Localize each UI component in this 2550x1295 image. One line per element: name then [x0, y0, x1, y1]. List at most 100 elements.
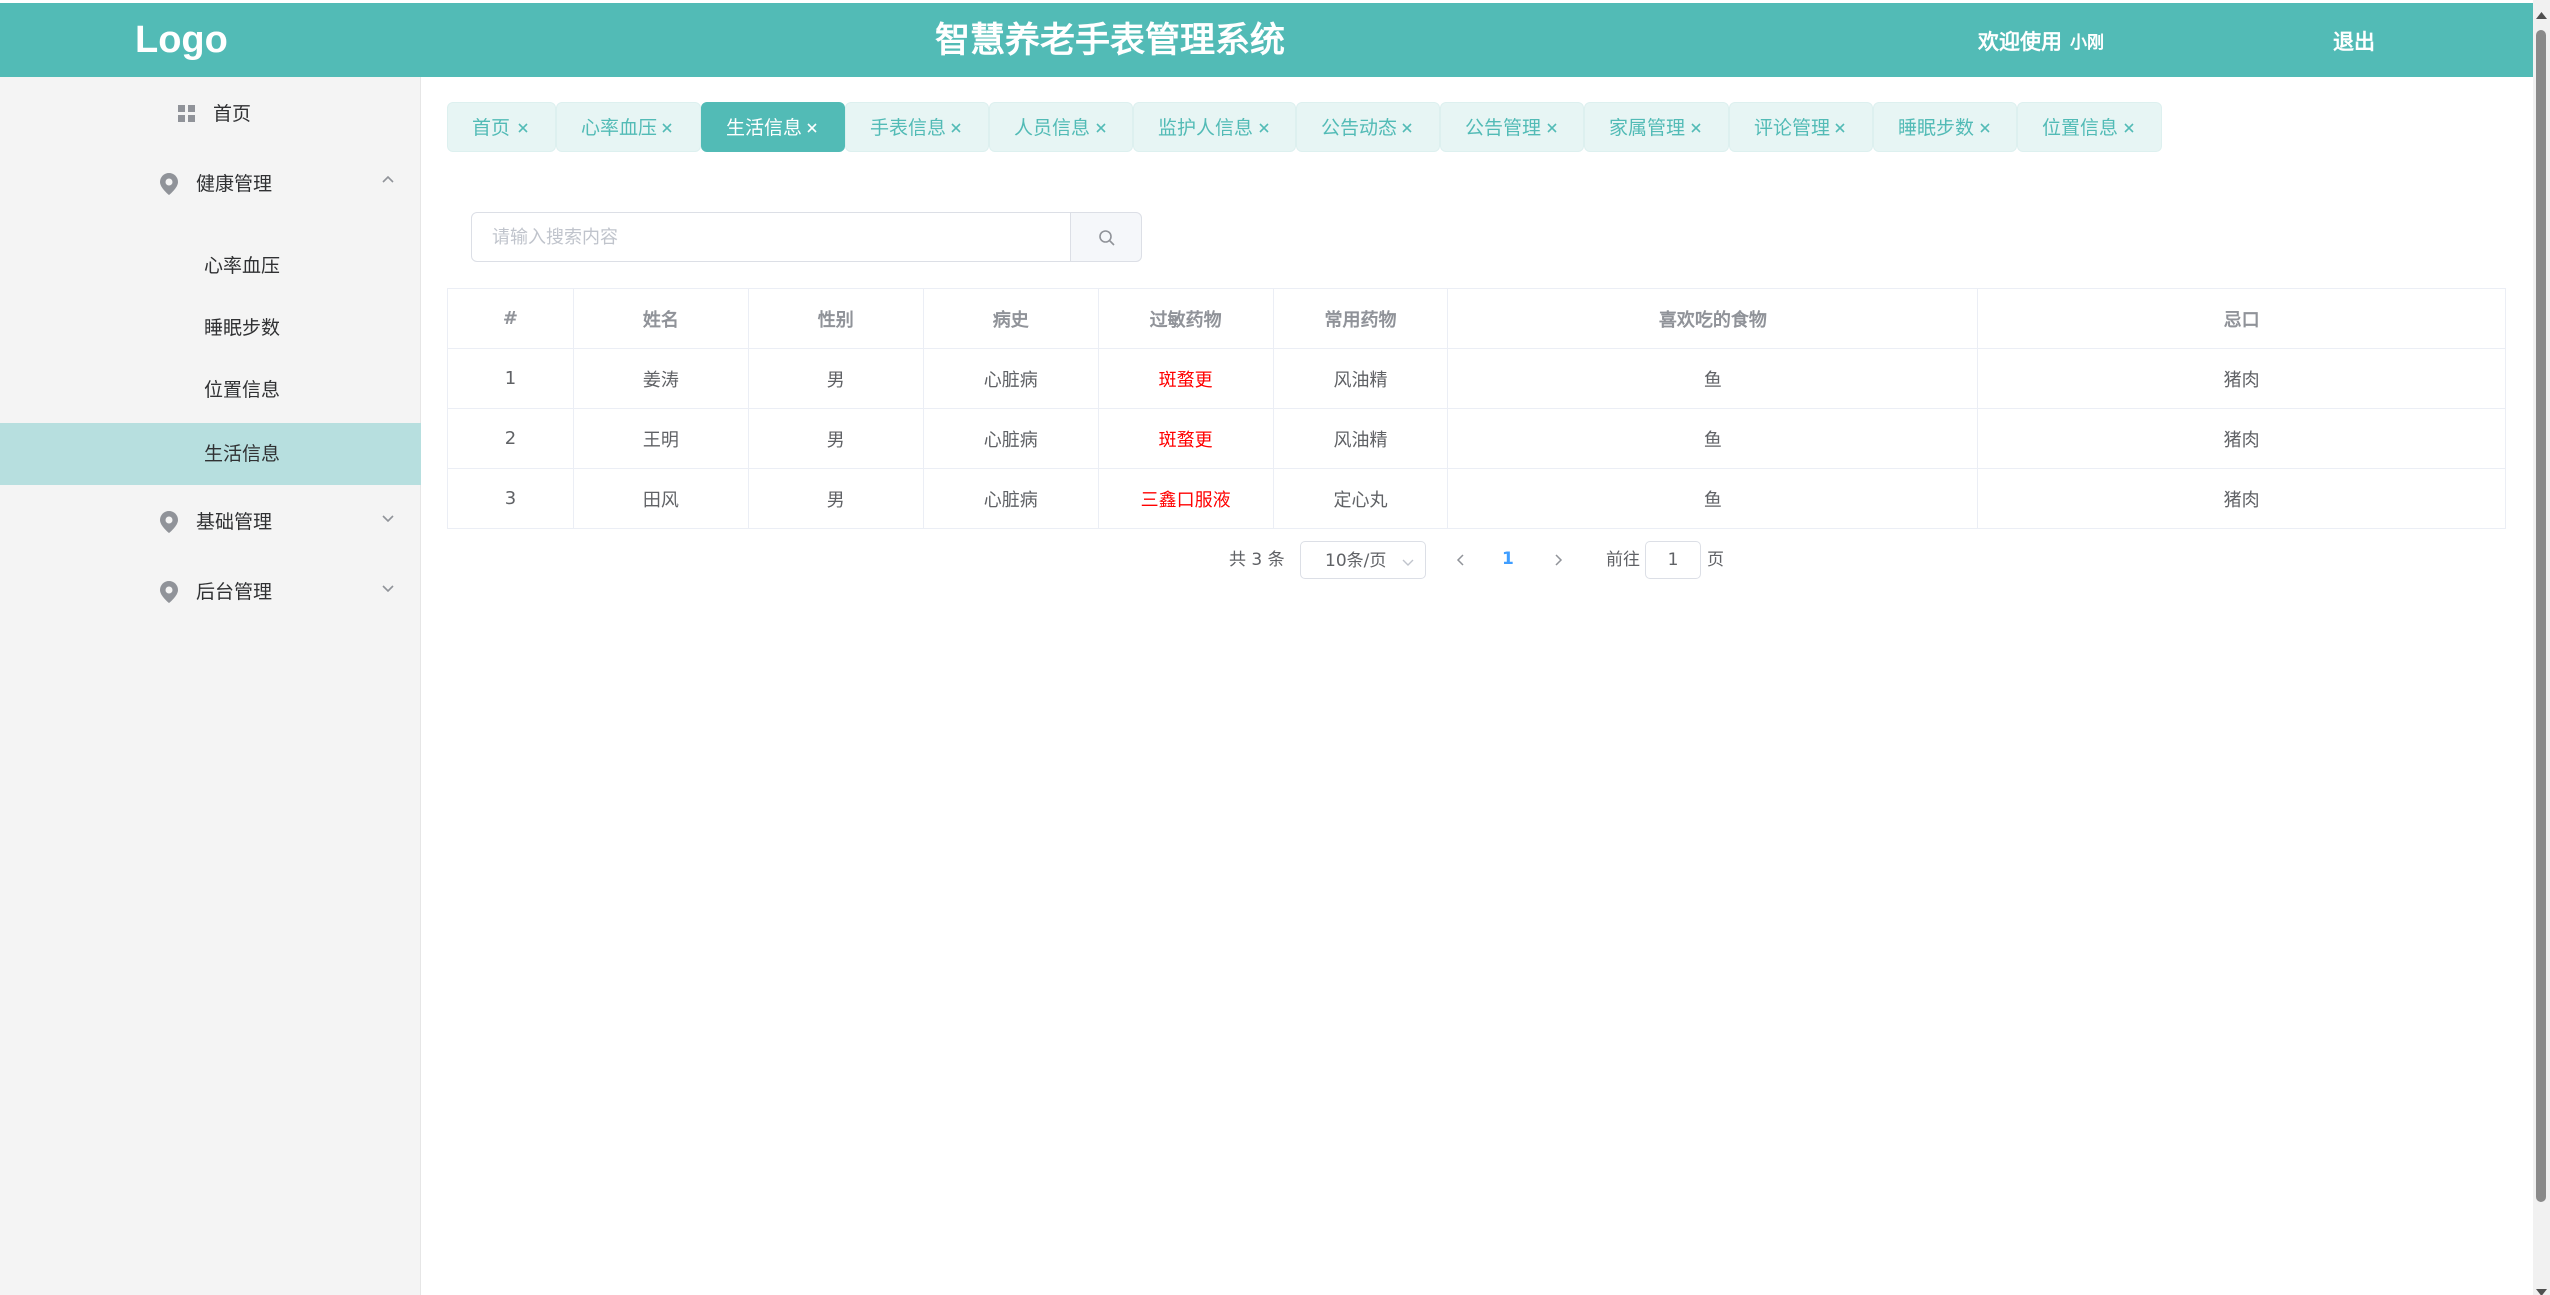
- table-header-row: # 姓名 性别 病史 过敏药物 常用药物 喜欢吃的食物 忌口: [447, 288, 2506, 349]
- close-icon[interactable]: [948, 119, 964, 135]
- tab-watch-info[interactable]: 手表信息: [845, 102, 989, 152]
- close-icon[interactable]: [2121, 119, 2137, 135]
- sidebar: 首页 健康管理 心率血压 睡眠步数 位置信息 生活信息 基础管理 后台管理: [0, 77, 421, 1295]
- column-header: 常用药物: [1273, 288, 1449, 349]
- tab-label: 心率血压: [581, 117, 658, 139]
- sidebar-item-sleep-steps[interactable]: 睡眠步数: [0, 297, 421, 359]
- tab-label: 手表信息: [870, 117, 947, 139]
- table-row: 2 王明 男 心脏病 斑蝥更 风油精 鱼 猪肉: [447, 408, 2506, 469]
- location-pin-icon: [160, 581, 180, 603]
- column-header: 忌口: [1977, 288, 2506, 349]
- close-icon[interactable]: [1832, 119, 1848, 135]
- tab-label: 人员信息: [1014, 117, 1091, 139]
- tab-label: 公告动态: [1321, 117, 1398, 139]
- cell-dietary-restriction: 猪肉: [1977, 468, 2506, 529]
- life-info-table: # 姓名 性别 病史 过敏药物 常用药物 喜欢吃的食物 忌口 1 姜涛 男 心脏…: [447, 288, 2506, 529]
- logout-button[interactable]: 退出: [2333, 28, 2375, 56]
- sidebar-item-label: 首页: [213, 103, 252, 125]
- cell-gender: 男: [748, 408, 924, 469]
- column-header: 姓名: [573, 288, 749, 349]
- sidebar-group-label: 后台管理: [196, 581, 273, 603]
- sidebar-item-location[interactable]: 位置信息: [0, 359, 421, 421]
- tab-label: 家属管理: [1609, 117, 1686, 139]
- column-header: 过敏药物: [1098, 288, 1274, 349]
- cell-gender: 男: [748, 468, 924, 529]
- sidebar-item-label: 睡眠步数: [204, 317, 281, 339]
- page-number-current[interactable]: 1: [1502, 548, 1514, 570]
- table-row: 1 姜涛 男 心脏病 斑蝥更 风油精 鱼 猪肉: [447, 348, 2506, 409]
- goto-page-box: [1645, 541, 1701, 579]
- next-page-button[interactable]: [1549, 549, 1567, 571]
- sidebar-group-health[interactable]: 健康管理: [0, 153, 421, 215]
- tab-label: 首页: [472, 117, 511, 139]
- username: 小刚: [2070, 33, 2104, 53]
- cell-name: 田风: [573, 468, 749, 529]
- cell-favorite-food: 鱼: [1447, 408, 1979, 469]
- column-header: 性别: [748, 288, 924, 349]
- welcome-text: 欢迎使用: [1978, 30, 2062, 54]
- tab-guardian-info[interactable]: 监护人信息: [1133, 102, 1296, 152]
- tab-family-management[interactable]: 家属管理: [1584, 102, 1729, 152]
- tab-label: 公告管理: [1465, 117, 1542, 139]
- scroll-down-arrow-icon[interactable]: [2536, 1282, 2547, 1295]
- tab-comment-management[interactable]: 评论管理: [1729, 102, 1873, 152]
- tab-heart-rate[interactable]: 心率血压: [556, 102, 701, 152]
- close-icon[interactable]: [659, 119, 675, 135]
- cell-dietary-restriction: 猪肉: [1977, 408, 2506, 469]
- cell-allergy-drug: 斑蝥更: [1098, 408, 1274, 469]
- sidebar-item-label: 位置信息: [204, 379, 281, 401]
- sidebar-group-basic[interactable]: 基础管理: [0, 491, 421, 553]
- cell-common-drug: 风油精: [1273, 408, 1449, 469]
- search-input[interactable]: [472, 213, 1070, 261]
- chevron-down-icon: [380, 509, 396, 525]
- close-icon[interactable]: [1399, 119, 1415, 135]
- close-icon[interactable]: [1093, 119, 1109, 135]
- tab-announcement-management[interactable]: 公告管理: [1440, 102, 1584, 152]
- search-icon: [1098, 229, 1116, 247]
- goto-page-input[interactable]: [1646, 542, 1700, 578]
- goto-label: 前往: [1606, 550, 1640, 570]
- cell-common-drug: 风油精: [1273, 348, 1449, 409]
- close-icon[interactable]: [804, 119, 820, 135]
- cell-index: 2: [447, 408, 574, 469]
- sidebar-item-life-info[interactable]: 生活信息: [0, 423, 421, 485]
- tab-label: 评论管理: [1754, 117, 1831, 139]
- tab-announcements[interactable]: 公告动态: [1296, 102, 1440, 152]
- sidebar-item-home[interactable]: 首页: [0, 83, 421, 145]
- sidebar-item-label: 生活信息: [204, 443, 281, 465]
- close-icon[interactable]: [1256, 119, 1272, 135]
- cell-allergy-drug: 斑蝥更: [1098, 348, 1274, 409]
- sidebar-group-label: 基础管理: [196, 511, 273, 533]
- scrollbar-thumb[interactable]: [2536, 30, 2546, 1202]
- prev-page-button[interactable]: [1452, 549, 1470, 571]
- page-suffix: 页: [1707, 550, 1724, 570]
- close-icon[interactable]: [1688, 119, 1704, 135]
- location-pin-icon: [160, 511, 180, 533]
- column-header: #: [447, 288, 574, 349]
- tab-location[interactable]: 位置信息: [2017, 102, 2162, 152]
- sidebar-item-heart-rate[interactable]: 心率血压: [0, 235, 421, 297]
- cell-common-drug: 定心丸: [1273, 468, 1449, 529]
- page-size-select[interactable]: 10条/页: [1300, 541, 1426, 579]
- tab-sleep-steps[interactable]: 睡眠步数: [1873, 102, 2017, 152]
- sidebar-group-admin[interactable]: 后台管理: [0, 561, 421, 623]
- column-header: 病史: [923, 288, 1099, 349]
- close-icon[interactable]: [1544, 119, 1560, 135]
- close-icon[interactable]: [515, 119, 531, 135]
- pagination-total: 共 3 条: [1229, 550, 1285, 570]
- tab-personnel-info[interactable]: 人员信息: [989, 102, 1133, 152]
- close-icon[interactable]: [1977, 119, 1993, 135]
- scroll-up-arrow-icon[interactable]: [2536, 4, 2547, 19]
- cell-name: 姜涛: [573, 348, 749, 409]
- top-header: Logo 智慧养老手表管理系统 欢迎使用 小刚 退出: [0, 3, 2533, 77]
- chevron-up-icon: [380, 171, 396, 187]
- tab-label: 监护人信息: [1158, 117, 1254, 139]
- sidebar-group-label: 健康管理: [196, 173, 273, 195]
- search-button[interactable]: [1070, 212, 1142, 262]
- cell-name: 王明: [573, 408, 749, 469]
- column-header: 喜欢吃的食物: [1447, 288, 1979, 349]
- search-box: [471, 212, 1071, 262]
- grid-icon: [178, 105, 198, 127]
- tab-life-info[interactable]: 生活信息: [701, 102, 845, 152]
- tab-home[interactable]: 首页: [447, 102, 556, 152]
